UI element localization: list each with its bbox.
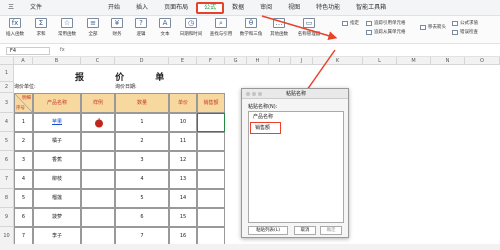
- list-item[interactable]: 产品名称: [249, 112, 343, 122]
- paste-name-dialog: 粘贴名称 粘贴名称(N): 产品名称 销售额 粘贴列表(L) 取消 确定: [241, 88, 349, 238]
- close-dot-icon[interactable]: [246, 92, 250, 96]
- window-controls: [246, 92, 262, 96]
- maximize-dot-icon[interactable]: [258, 92, 262, 96]
- dialog-label: 粘贴名称(N):: [248, 104, 278, 110]
- minimize-dot-icon[interactable]: [252, 92, 256, 96]
- list-item-selected[interactable]: 销售额: [250, 122, 281, 134]
- dialog-title: 粘贴名称: [286, 91, 307, 97]
- name-listbox[interactable]: 产品名称 销售额: [248, 111, 344, 223]
- paste-list-button[interactable]: 粘贴列表(L): [248, 226, 288, 235]
- sheet-tabs-bar[interactable]: [0, 244, 500, 250]
- arrow-formulas-to-paste: [261, 15, 338, 41]
- ok-button[interactable]: 确定: [320, 226, 342, 235]
- cancel-button[interactable]: 取消: [294, 226, 316, 235]
- dialog-titlebar[interactable]: 粘贴名称: [242, 89, 348, 99]
